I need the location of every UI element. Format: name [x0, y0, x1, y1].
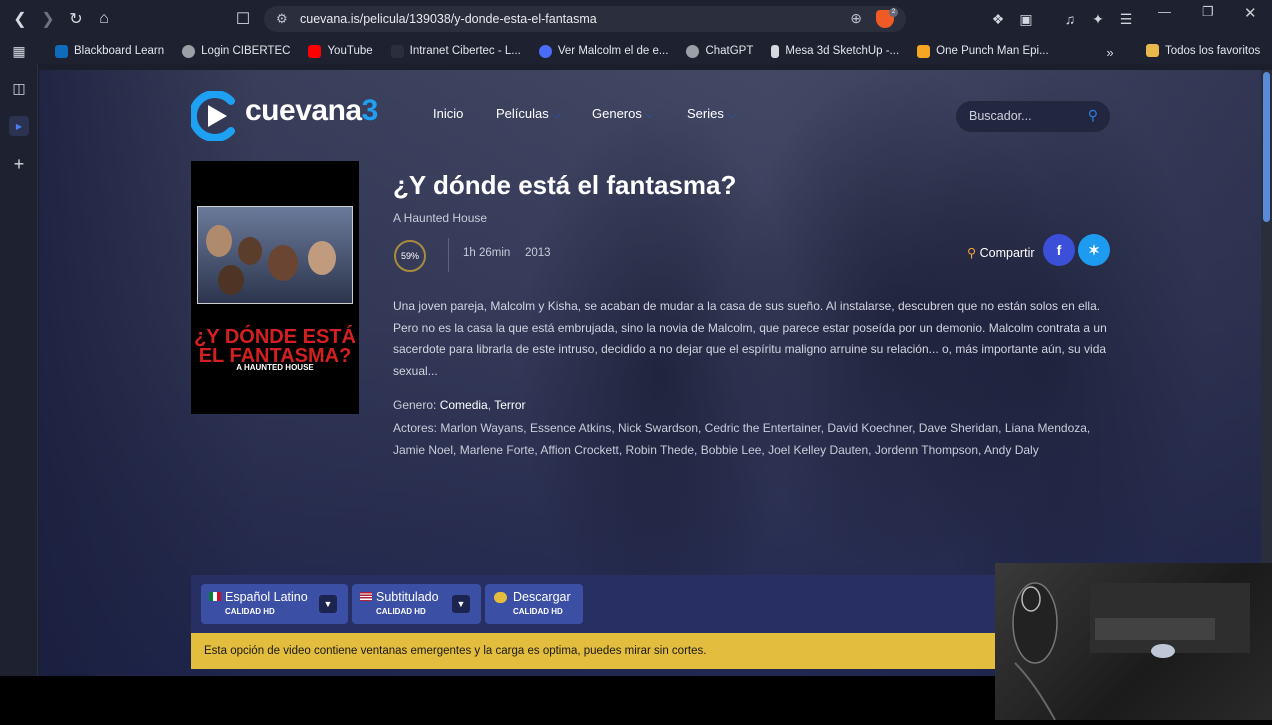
cloud-download-icon — [494, 592, 507, 603]
genre-link-terror[interactable]: Terror — [494, 398, 525, 412]
actors-list: Marlon Wayans, Essence Atkins, Nick Swar… — [393, 421, 1091, 457]
option-descargar[interactable]: Descargar CALIDAD HD — [485, 584, 583, 624]
twitter-icon: ✶ — [1088, 242, 1100, 258]
address-bar[interactable]: ⚙ cuevana.is/pelicula/139038/y-donde-est… — [264, 6, 906, 32]
movie-title: ¿Y dónde está el fantasma? — [393, 170, 737, 200]
actors-line: Actores: Marlon Wayans, Essence Atkins, … — [393, 421, 1091, 457]
movie-duration: 1h 26min — [463, 247, 511, 259]
zoom-icon[interactable]: ⊕ — [850, 10, 862, 27]
media-icon[interactable]: ♫ — [1056, 8, 1084, 30]
bookmark-sketchup[interactable]: Mesa 3d SketchUp -... — [771, 44, 899, 58]
bookmark-youtube[interactable]: YouTube — [308, 44, 373, 58]
anime-site-icon — [917, 44, 931, 58]
poster-photo — [197, 206, 353, 304]
bookmark-onepunch[interactable]: One Punch Man Epi... — [917, 44, 1049, 58]
movie-year: 2013 — [525, 247, 551, 259]
share-button[interactable]: ⚲ Compartir — [967, 245, 1035, 260]
browser-toolbar: ❮ ❯ ↻ ⌂ ☐ ⚙ cuevana.is/pelicula/139038/y… — [0, 0, 1272, 38]
nav-inicio[interactable]: Inicio — [433, 106, 463, 121]
site-settings-icon[interactable]: ⚙ — [276, 11, 288, 27]
leo-ai-icon[interactable]: ✦ — [1084, 8, 1112, 30]
nav-generos[interactable]: Generos ⌵ — [592, 106, 653, 121]
bookmark-intranet[interactable]: Intranet Cibertec - L... — [390, 44, 521, 58]
bookmark-cibertec[interactable]: Login CIBERTEC — [182, 44, 290, 58]
bookmark-blackboard[interactable]: Blackboard Learn — [55, 44, 164, 58]
chevron-down-icon[interactable]: ▼ — [452, 595, 470, 613]
usa-flag-icon — [360, 592, 372, 601]
reload-icon[interactable]: ↻ — [62, 5, 90, 33]
apps-grid-icon[interactable]: ▦ — [5, 37, 33, 65]
chatgpt-icon — [686, 44, 700, 58]
chevron-down-icon[interactable]: ▼ — [319, 595, 337, 613]
sketchup-icon — [771, 44, 780, 58]
search-input[interactable]: Buscador... ⚲ — [956, 101, 1110, 132]
extensions-icon[interactable]: ❖ — [984, 8, 1012, 30]
search-icon[interactable]: ⚲ — [1088, 107, 1098, 124]
chevron-down-icon: ⌵ — [645, 110, 654, 121]
movie-poster: ¿Y DÓNDE ESTÁ EL FANTASMA? A HAUNTED HOU… — [191, 161, 359, 414]
nav-series[interactable]: Series ⌵ — [687, 106, 735, 121]
chevron-down-icon: ⌵ — [727, 110, 736, 121]
genre-line: Genero: Comedia, Terror — [393, 398, 526, 412]
all-favorites-folder[interactable]: Todos los favoritos — [1146, 44, 1260, 57]
mexico-flag-icon — [209, 592, 221, 601]
original-title: A Haunted House — [393, 211, 488, 225]
wallet-icon[interactable]: ▣ — [1012, 8, 1040, 30]
player-options-bar: Español Latino CALIDAD HD ▼ Subtitulado … — [191, 575, 997, 633]
restore-icon[interactable]: ❐ — [1202, 4, 1214, 20]
close-icon[interactable]: ✕ — [1244, 4, 1257, 22]
sidebar-panel-icon[interactable]: ◫ — [9, 78, 29, 98]
chevron-down-icon: ⌵ — [552, 110, 561, 121]
cuevana-logo-icon[interactable] — [191, 91, 237, 141]
poster-title-line1: ¿Y DÓNDE ESTÁ — [194, 326, 356, 348]
toolbar-actions: ❖ ▣ ♫ ✦ ☰ — [984, 8, 1140, 30]
share-icon: ⚲ — [967, 246, 980, 260]
scrollbar-thumb[interactable] — [1263, 72, 1270, 222]
nav-peliculas[interactable]: Películas ⌵ — [496, 106, 560, 121]
url-text: cuevana.is/pelicula/139038/y-donde-esta-… — [300, 12, 597, 26]
poster-subtitle: A HAUNTED HOUSE — [236, 363, 314, 372]
webcam-feed-image — [1012, 582, 1250, 721]
bookmark-chatgpt[interactable]: ChatGPT — [686, 44, 753, 58]
facebook-share-button[interactable]: f — [1043, 234, 1075, 266]
facebook-icon: f — [1056, 242, 1062, 258]
rating-badge: 59% — [394, 240, 426, 272]
minimize-icon[interactable]: — — [1158, 4, 1171, 19]
back-arrow-icon[interactable]: ❮ — [6, 5, 34, 33]
blackboard-icon — [55, 44, 68, 58]
sidebar-tab-icon[interactable]: ▶ — [9, 116, 29, 136]
browser-sidebar: ◫ ▶ + — [0, 64, 38, 676]
bookmark-malcolm[interactable]: Ver Malcolm el de e... — [538, 44, 668, 58]
option-subtitulado[interactable]: Subtitulado CALIDAD HD ▼ — [352, 584, 481, 624]
popup-notice: Esta opción de video contiene ventanas e… — [191, 633, 997, 669]
bookmark-icon[interactable]: ☐ — [229, 5, 257, 33]
site-icon — [538, 44, 552, 58]
page-icon — [390, 44, 404, 58]
youtube-icon — [308, 44, 322, 58]
home-icon[interactable]: ⌂ — [90, 5, 118, 33]
shield-count-badge: 2 — [889, 8, 898, 17]
more-bookmarks-icon[interactable]: » — [1096, 38, 1124, 66]
webcam-overlay — [995, 563, 1272, 721]
movie-description: Una joven pareja, Malcolm y Kisha, se ac… — [393, 299, 1107, 378]
twitter-share-button[interactable]: ✶ — [1078, 234, 1110, 266]
cuevana-logo[interactable]: cuevana3 — [245, 94, 378, 128]
forward-arrow-icon[interactable]: ❯ — [34, 5, 62, 33]
folder-icon — [1146, 44, 1159, 57]
menu-icon[interactable]: ☰ — [1112, 8, 1140, 30]
genre-link-comedia[interactable]: Comedia — [440, 398, 488, 412]
bookmarks-bar: ▦ Blackboard Learn Login CIBERTEC YouTub… — [0, 38, 1272, 64]
option-espanol-latino[interactable]: Español Latino CALIDAD HD ▼ — [201, 584, 348, 624]
add-icon[interactable]: + — [9, 154, 29, 174]
meta-divider — [448, 238, 449, 272]
globe-icon — [182, 44, 196, 58]
